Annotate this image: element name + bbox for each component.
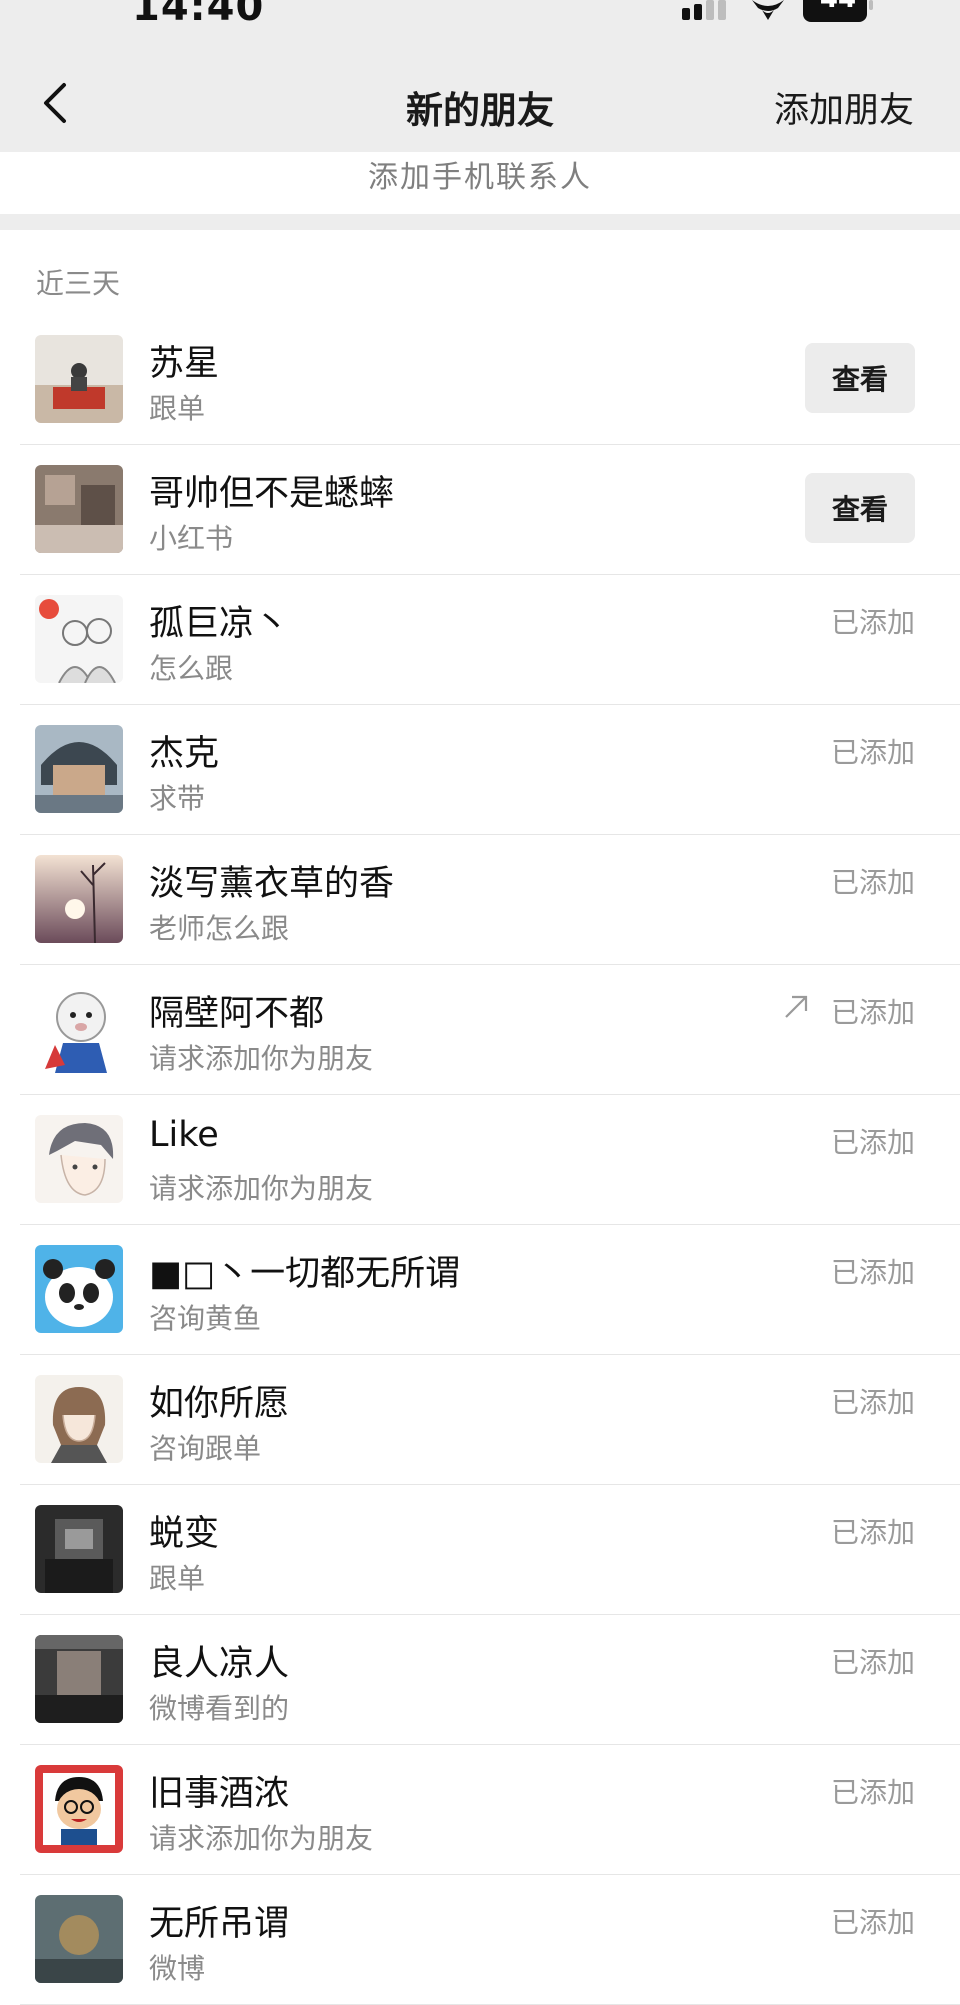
battery-level: 44 <box>812 0 864 14</box>
friend-name: 蜕变 <box>149 1514 220 1554</box>
request-message: 小红书 <box>149 522 234 555</box>
avatar <box>35 1375 123 1463</box>
outgoing-arrow-icon <box>785 995 808 1018</box>
friend-name: 孤巨凉丶 <box>149 604 290 644</box>
request-message: 跟单 <box>149 392 206 425</box>
added-status: 已添加 <box>830 1516 915 1549</box>
section-divider <box>0 214 960 230</box>
add-phone-contacts-label: 添加手机联系人 <box>368 160 592 195</box>
friend-request-row[interactable]: 苏星 跟单 查看 <box>0 315 960 445</box>
friend-request-row[interactable]: Like 请求添加你为朋友 已添加 <box>0 1095 960 1225</box>
added-status: 已添加 <box>830 1256 915 1289</box>
avatar <box>35 855 123 943</box>
avatar <box>35 1245 123 1333</box>
avatar <box>35 595 123 683</box>
friend-name: ■□丶一切都无所谓 <box>149 1254 461 1294</box>
signal-icon <box>682 0 726 20</box>
avatar <box>35 335 123 423</box>
status-time: 14:40 <box>132 0 265 30</box>
added-status: 已添加 <box>830 1776 915 1809</box>
request-message: 跟单 <box>149 1562 206 1595</box>
friend-request-row[interactable]: 无所吊谓 微博 已添加 <box>0 1875 960 2005</box>
friend-request-row[interactable]: 蜕变 跟单 已添加 <box>0 1485 960 1615</box>
request-message: 咨询跟单 <box>149 1432 262 1465</box>
add-phone-contacts[interactable]: 添加手机联系人 <box>0 152 960 214</box>
friend-name: 良人凉人 <box>149 1644 290 1684</box>
request-message: 微博看到的 <box>149 1692 290 1725</box>
view-button[interactable]: 查看 <box>805 473 915 543</box>
request-message: 请求添加你为朋友 <box>149 1822 374 1855</box>
friend-request-list: 苏星 跟单 查看 哥帅但不是蟋蟀 小红书 查看 孤巨凉丶 怎么跟 已添加 杰克 … <box>0 315 960 2005</box>
request-message: 微博 <box>149 1952 206 1985</box>
add-friend-button[interactable]: 添加朋友 <box>774 82 914 133</box>
request-message: 求带 <box>149 782 206 815</box>
friend-request-row[interactable]: 隔壁阿不都 请求添加你为朋友 已添加 <box>0 965 960 1095</box>
friend-name: 旧事酒浓 <box>149 1774 290 1814</box>
view-button[interactable]: 查看 <box>805 343 915 413</box>
added-status: 已添加 <box>830 736 915 769</box>
friend-name: 无所吊谓 <box>149 1904 290 1944</box>
friend-name: Like <box>149 1115 219 1155</box>
friend-request-row[interactable]: 旧事酒浓 请求添加你为朋友 已添加 <box>0 1745 960 1875</box>
added-status: 已添加 <box>830 1646 915 1679</box>
friend-request-row[interactable]: ■□丶一切都无所谓 咨询黄鱼 已添加 <box>0 1225 960 1355</box>
added-status: 已添加 <box>830 996 915 1029</box>
friend-request-row[interactable]: 孤巨凉丶 怎么跟 已添加 <box>0 575 960 705</box>
friend-name: 隔壁阿不都 <box>149 994 325 1034</box>
nav-bar: 新的朋友 添加朋友 <box>0 52 960 152</box>
added-status: 已添加 <box>830 866 915 899</box>
avatar <box>35 1505 123 1593</box>
avatar <box>35 725 123 813</box>
request-message: 怎么跟 <box>149 652 234 685</box>
friend-request-row[interactable]: 良人凉人 微博看到的 已添加 <box>0 1615 960 1745</box>
friend-name: 杰克 <box>149 734 220 774</box>
avatar <box>35 1895 123 1983</box>
section-header: 近三天 <box>36 267 121 300</box>
avatar <box>35 1635 123 1723</box>
friend-request-row[interactable]: 哥帅但不是蟋蟀 小红书 查看 <box>0 445 960 575</box>
status-bar: 14:40 44 <box>0 0 960 52</box>
friend-name: 哥帅但不是蟋蟀 <box>149 474 395 514</box>
avatar <box>35 465 123 553</box>
friend-name: 淡写薰衣草的香 <box>149 864 395 904</box>
added-status: 已添加 <box>830 1906 915 1939</box>
added-status: 已添加 <box>830 606 915 639</box>
friend-request-row[interactable]: 杰克 求带 已添加 <box>0 705 960 835</box>
added-status: 已添加 <box>830 1126 915 1159</box>
request-message: 咨询黄鱼 <box>149 1302 262 1335</box>
avatar <box>35 985 123 1073</box>
avatar <box>35 1765 123 1853</box>
friend-name: 苏星 <box>149 344 220 384</box>
request-message: 请求添加你为朋友 <box>149 1172 374 1205</box>
wifi-icon <box>752 0 784 20</box>
added-status: 已添加 <box>830 1386 915 1419</box>
friend-name: 如你所愿 <box>149 1384 290 1424</box>
request-message: 请求添加你为朋友 <box>149 1042 374 1075</box>
avatar <box>35 1115 123 1203</box>
friend-request-row[interactable]: 淡写薰衣草的香 老师怎么跟 已添加 <box>0 835 960 965</box>
request-message: 老师怎么跟 <box>149 912 290 945</box>
friend-request-row[interactable]: 如你所愿 咨询跟单 已添加 <box>0 1355 960 1485</box>
